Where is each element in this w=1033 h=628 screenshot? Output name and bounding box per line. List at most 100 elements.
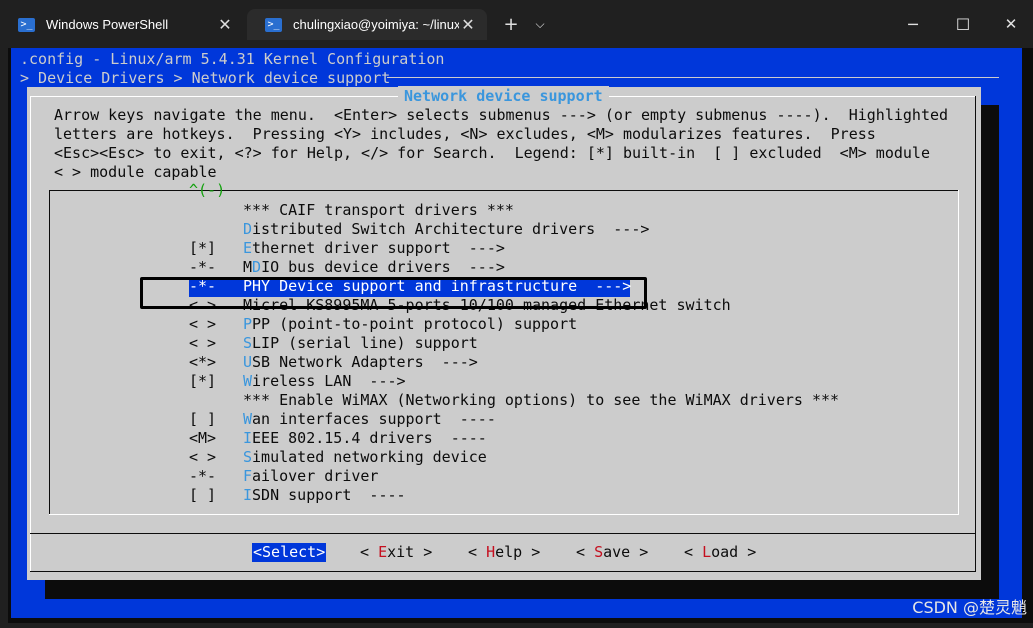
help-text-line: <Esc><Esc> to exit, <?> for Help, </> fo…	[54, 144, 930, 162]
button-label: ave	[603, 543, 631, 561]
help-text-line: < > module capable	[54, 163, 217, 181]
button-bracket: <	[684, 543, 703, 561]
menu-item-state: [*]	[189, 239, 217, 257]
menu-item-hotkey: S	[243, 448, 253, 466]
dialog-border	[30, 571, 976, 572]
tab-close-icon[interactable]: ✕	[459, 15, 477, 35]
help-text-line: Arrow keys navigate the menu. <Enter> se…	[54, 106, 949, 124]
button-label: xit	[387, 543, 415, 561]
menu-box-border	[958, 190, 959, 515]
menu-item-state: < >	[189, 334, 217, 352]
menu-item-state: [*]	[189, 372, 217, 390]
menu-item-label: Failover driver	[243, 467, 378, 486]
menu-item-state: < >	[189, 448, 217, 466]
menu-item-label: Ethernet driver support --->	[243, 239, 505, 258]
menu-item-label: USB Network Adapters --->	[243, 353, 478, 372]
menu-item-hotkey: F	[243, 467, 253, 485]
button-bracket: >	[414, 543, 433, 561]
menu-item-state: <M>	[189, 429, 217, 447]
header-divider	[387, 77, 999, 78]
menu-item-label-rest: istributed Switch Architecture drivers -…	[252, 220, 650, 238]
button-bracket: >	[738, 543, 757, 561]
menu-item-label: Simulated networking device	[243, 448, 487, 467]
menu-item-label-rest: an interfaces support ----	[252, 410, 496, 428]
menu-item-label-rest: PP (point-to-point protocol) support	[252, 315, 578, 333]
menu-box-border	[49, 190, 958, 191]
powershell-icon: >_	[265, 17, 282, 32]
button-label: oad	[711, 543, 739, 561]
config-title: .config - Linux/arm 5.4.31 Kernel Config…	[20, 50, 445, 68]
tab-label: chulingxiao@yoimiya: ~/linux	[293, 17, 459, 32]
menu-item-label: MDIO bus device drivers --->	[243, 258, 505, 277]
menu-item-label-rest: *** Enable WiMAX (Networking options) to…	[243, 391, 840, 409]
button-separator	[30, 533, 976, 534]
menu-item-label: IEEE 802.15.4 drivers ----	[243, 429, 487, 448]
maximize-button[interactable]: ☐	[948, 11, 978, 37]
menu-item-label-rest: SB Network Adapters --->	[252, 353, 478, 371]
load-button[interactable]: < Load >	[684, 543, 756, 562]
menu-item-label: *** Enable WiMAX (Networking options) to…	[243, 391, 839, 410]
annotation-box	[140, 277, 647, 309]
menu-item-state: < >	[189, 315, 217, 333]
watermark: CSDN @楚灵魈	[912, 598, 1027, 617]
menu-item-hotkey: W	[243, 372, 253, 390]
dialog-shadow	[45, 580, 999, 599]
menu-item-hotkey: D	[243, 220, 253, 238]
button-hotkey: S	[594, 543, 604, 561]
button-bracket: >	[630, 543, 649, 561]
new-tab-button[interactable]: +	[500, 11, 522, 37]
save-button[interactable]: < Save >	[576, 543, 648, 562]
select-button[interactable]: <Select>	[252, 543, 327, 562]
menu-item-label: Distributed Switch Architecture drivers …	[243, 220, 649, 239]
button-bracket: <	[360, 543, 379, 561]
menu-item-label: PPP (point-to-point protocol) support	[243, 315, 577, 334]
menu-item-label-rest: ireless LAN --->	[252, 372, 406, 390]
close-window-button[interactable]: ✕	[996, 11, 1026, 37]
menu-item-label-rest: ailover driver	[252, 467, 379, 485]
tab-windows-powershell[interactable]: >_ Windows PowerShell ✕	[0, 9, 244, 40]
exit-button[interactable]: < Exit >	[360, 543, 432, 562]
help-button[interactable]: < Help >	[468, 543, 540, 562]
dialog-border	[30, 96, 31, 572]
menu-item-label-rest: thernet driver support --->	[252, 239, 505, 257]
tab-dropdown-chevron-icon[interactable]: ⌵	[530, 11, 550, 37]
menu-item-label: Wan interfaces support ----	[243, 410, 496, 429]
menu-item-hotkey: U	[243, 353, 253, 371]
tab-label: Windows PowerShell	[46, 17, 169, 32]
menu-item-state: <*>	[189, 353, 217, 371]
menu-item-label: *** CAIF transport drivers ***	[243, 201, 514, 220]
menu-item-label-rest: SDN support ----	[252, 486, 406, 504]
menu-item-label: Wireless LAN --->	[243, 372, 406, 391]
minimize-button[interactable]: ─	[898, 11, 928, 37]
menu-item-state: [ ]	[189, 486, 217, 504]
menu-item-hotkey: P	[243, 315, 253, 333]
dialog-shadow	[981, 105, 999, 599]
menu-item-hotkey: W	[243, 410, 253, 428]
button-hotkey: H	[486, 543, 496, 561]
button-bracket: >	[522, 543, 541, 561]
menu-item-hotkey: E	[243, 239, 253, 257]
menu-box-border	[49, 190, 50, 515]
menu-item-label: SLIP (serial line) support	[243, 334, 478, 353]
menu-item-state: [ ]	[189, 410, 217, 428]
powershell-icon: >_	[18, 17, 35, 32]
window-titlebar: >_ Windows PowerShell ✕ >_ chulingxiao@y…	[0, 0, 1033, 48]
button-bracket: <	[576, 543, 595, 561]
menu-item-hotkey: I	[243, 429, 253, 447]
dialog-border	[975, 96, 976, 572]
dialog-title: Network device support	[398, 86, 609, 106]
menu-item-hotkey: S	[243, 334, 253, 352]
menu-item-label-rest: *** CAIF transport drivers ***	[243, 201, 514, 219]
menu-item-state: -*-	[189, 258, 217, 276]
menu-box-border	[49, 514, 959, 515]
menu-item-label-rest: imulated networking device	[252, 448, 487, 466]
tab-close-icon[interactable]: ✕	[216, 15, 234, 35]
menu-item-label: ISDN support ----	[243, 486, 406, 505]
breadcrumb: > Device Drivers > Network device suppor…	[20, 69, 391, 87]
menu-item-label-rest: IO bus device drivers --->	[261, 258, 505, 276]
tab-ssh-session[interactable]: >_ chulingxiao@yoimiya: ~/linux ✕	[247, 9, 487, 40]
button-label: elp	[495, 543, 523, 561]
menu-item-state: -*-	[189, 467, 217, 485]
help-text-line: letters are hotkeys. Pressing <Y> includ…	[54, 125, 876, 143]
menu-item-label-rest: EEE 802.15.4 drivers ----	[252, 429, 487, 447]
